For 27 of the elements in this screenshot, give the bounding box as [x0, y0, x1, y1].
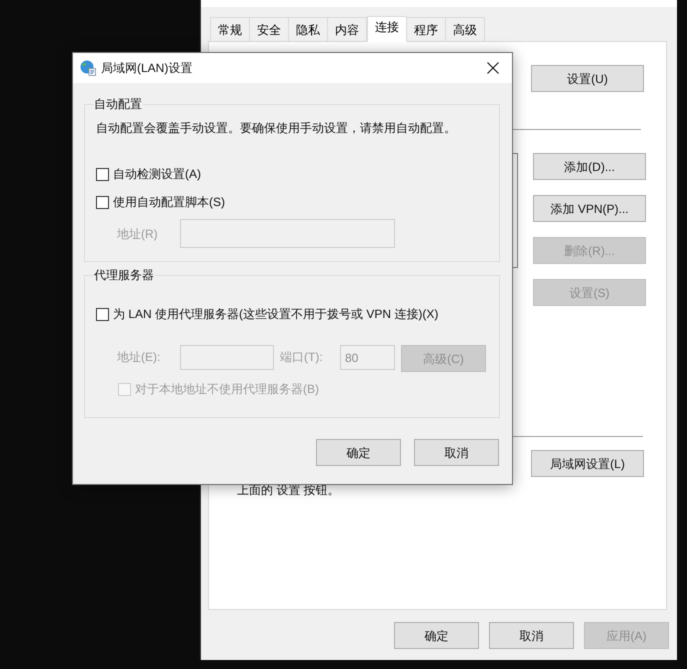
dialog-button[interactable]: 取消 [489, 622, 574, 649]
close-icon [487, 62, 499, 74]
dialog-button[interactable]: 确定 [316, 439, 401, 466]
tab[interactable]: 常规 [210, 17, 250, 41]
dialog-button[interactable]: 确定 [394, 622, 479, 649]
connection-button[interactable]: 添加(D)... [533, 153, 646, 180]
tab[interactable]: 连接 [367, 16, 407, 42]
dialog-button[interactable]: 取消 [414, 439, 499, 466]
auto-config-description: 自动配置会覆盖手动设置。要确保使用手动设置，请禁用自动配置。 [96, 121, 457, 135]
checkbox[interactable] [96, 308, 109, 320]
port-label: 端口(T): [280, 350, 324, 364]
checkbox-label[interactable]: 为 LAN 使用代理服务器(这些设置不用于拨号或 VPN 连接)(X) [113, 307, 438, 321]
dialog-title: 局域网(LAN)设置 [101, 60, 192, 77]
proxy-address-label: 地址(E): [117, 350, 162, 364]
globe-icon [80, 60, 96, 76]
lan-settings-button[interactable]: 局域网设置(L) [531, 450, 644, 477]
tab[interactable]: 内容 [327, 17, 367, 41]
group-title: 自动配置 [93, 97, 143, 111]
group-title: 代理服务器 [93, 268, 155, 282]
address-label: 地址(R) [117, 226, 159, 240]
setup-button[interactable]: 设置(U) [531, 65, 644, 92]
checkbox[interactable] [96, 168, 109, 180]
checkbox[interactable] [96, 196, 109, 208]
checkbox-label[interactable]: 使用自动配置脚本(S) [113, 195, 225, 209]
checkbox-label[interactable]: 自动检测设置(A) [113, 167, 201, 181]
tab[interactable]: 高级 [445, 17, 485, 41]
connection-button[interactable]: 添加 VPN(P)... [533, 195, 646, 222]
